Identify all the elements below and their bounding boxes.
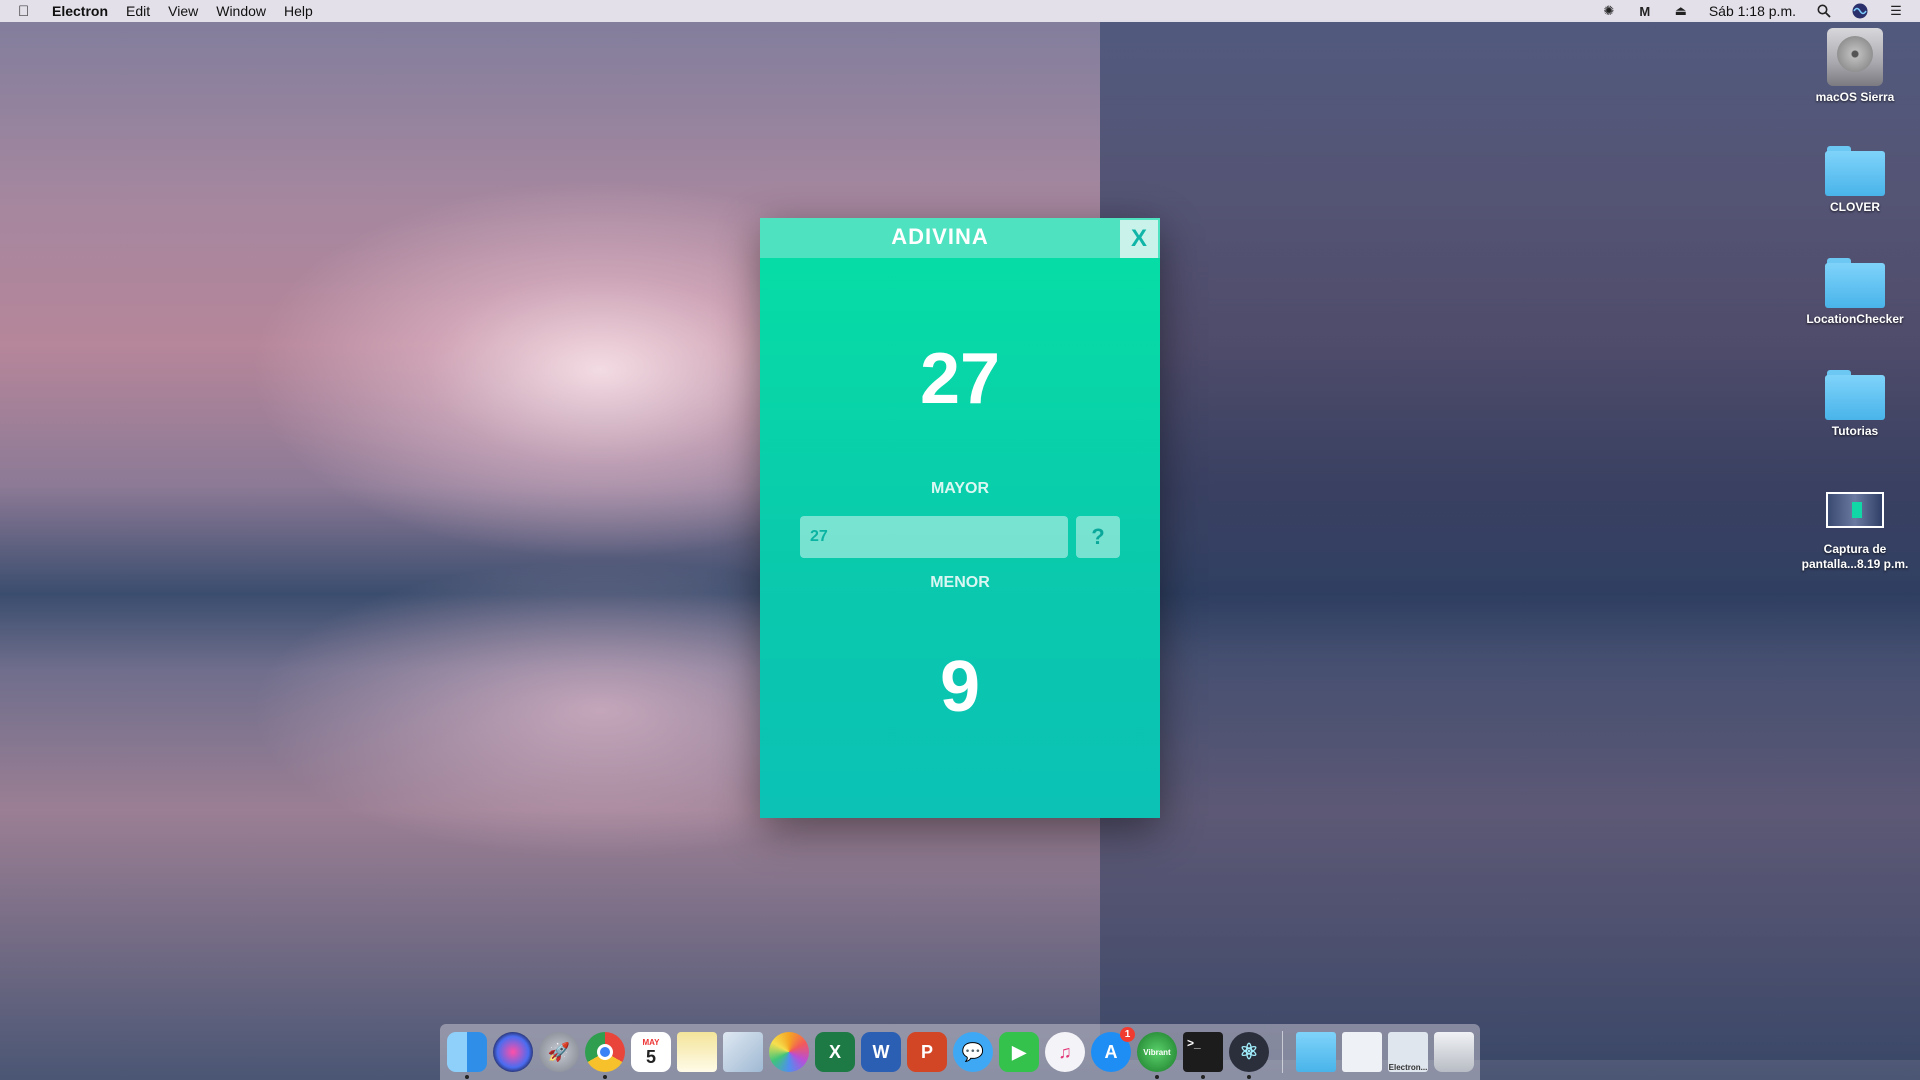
guess-input[interactable] [800,516,1068,558]
menor-hint: MENOR [930,574,990,591]
excel-icon[interactable]: X [815,1032,855,1072]
adivina-window: ADIVINA X 27 MAYOR ? MENOR 9 [760,218,1160,818]
siri-menu-icon[interactable] [1852,3,1868,19]
chrome-icon[interactable] [585,1032,625,1079]
desktop-item-macos-sierra[interactable]: macOS Sierra [1790,28,1920,105]
folder-icon [1825,146,1885,196]
powerpoint-icon[interactable]: P [907,1032,947,1072]
hard-drive-icon [1827,28,1883,86]
desktop-item-tutorias[interactable]: Tutorias [1790,370,1920,439]
desktop-item-label: pantalla...8.19 p.m. [1801,557,1909,571]
guess-button[interactable]: ? [1076,516,1120,558]
electron-icon[interactable]: ⚛ [1229,1032,1269,1079]
word-icon[interactable]: W [861,1032,901,1072]
desktop-item-label: Captura de [1823,542,1887,556]
preview-icon[interactable] [723,1032,763,1072]
desktop-item-clover[interactable]: CLOVER [1790,146,1920,215]
terminal-icon[interactable]: >_ [1183,1032,1223,1079]
desktop-item-locationchecker[interactable]: LocationChecker [1790,258,1920,327]
apple-menu-icon[interactable]:  [18,3,40,20]
facetime-icon[interactable]: ▶ [999,1032,1039,1072]
eject-icon[interactable]: ⏏ [1673,3,1689,19]
upper-bound-value: 27 [919,339,1001,419]
folder-icon [1825,258,1885,308]
menu-edit[interactable]: Edit [126,3,150,19]
close-button[interactable]: X [1120,220,1158,258]
notification-center-icon[interactable]: ☰ [1888,3,1904,19]
itunes-icon[interactable]: ♫ [1045,1032,1085,1072]
calendar-day: 5 [645,1046,656,1067]
spotlight-search-icon[interactable] [1816,3,1832,19]
malwarebytes-icon[interactable]: M [1637,3,1653,19]
menu-bar-status-area: ✺ M ⏏ Sáb 1:18 p.m. ☰ [1601,0,1904,22]
vibrant-icon[interactable]: Vibrant [1137,1032,1177,1079]
menu-bar:  Electron Edit View Window Help ✺ M ⏏ S… [0,0,1920,22]
document-stack-icon[interactable] [1342,1032,1382,1072]
minimized-window-label: Electron... [1388,1063,1428,1072]
app-store-badge: 1 [1120,1027,1135,1042]
finder-icon[interactable] [447,1032,487,1079]
brightness-icon[interactable]: ✺ [1601,3,1617,19]
desktop-item-label: CLOVER [1829,200,1880,214]
app-store-icon[interactable]: A1 [1091,1027,1135,1072]
window-titlebar[interactable]: ADIVINA X [760,218,1160,258]
menu-app-name[interactable]: Electron [52,3,108,19]
vibrant-label: Vibrant [1143,1047,1171,1057]
minimized-electron-window[interactable]: Electron... [1388,1032,1428,1072]
calendar-icon[interactable]: MAY 5 [631,1032,671,1072]
window-title: ADIVINA [891,224,989,249]
desktop-item-label: Tutorias [1831,424,1879,438]
menu-help[interactable]: Help [284,3,313,19]
menu-clock[interactable]: Sáb 1:18 p.m. [1709,3,1796,19]
screenshot-thumbnail-icon [1826,492,1884,528]
downloads-folder-icon[interactable] [1296,1032,1336,1072]
mayor-hint: MAYOR [930,480,990,497]
dock-separator [1282,1031,1283,1073]
siri-icon[interactable] [493,1032,533,1072]
folder-icon [1825,370,1885,420]
menu-window[interactable]: Window [216,3,266,19]
photos-icon[interactable] [769,1032,809,1072]
menu-view[interactable]: View [168,3,198,19]
desktop-item-label: LocationChecker [1806,312,1904,326]
desktop-item-screenshot[interactable]: Captura de pantalla...8.19 p.m. [1790,492,1920,572]
dock: 🚀 MAY 5 X W P 💬 ▶ ♫ A1 Vibrant >_ ⚛ Elec… [440,1024,1480,1080]
messages-icon[interactable]: 💬 [953,1032,993,1072]
desktop-item-label: macOS Sierra [1815,90,1895,104]
launchpad-icon[interactable]: 🚀 [539,1032,579,1072]
calendar-month: MAY [642,1037,660,1047]
notes-icon[interactable] [677,1032,717,1072]
trash-icon[interactable] [1434,1032,1474,1072]
lower-bound-value: 9 [939,647,981,727]
